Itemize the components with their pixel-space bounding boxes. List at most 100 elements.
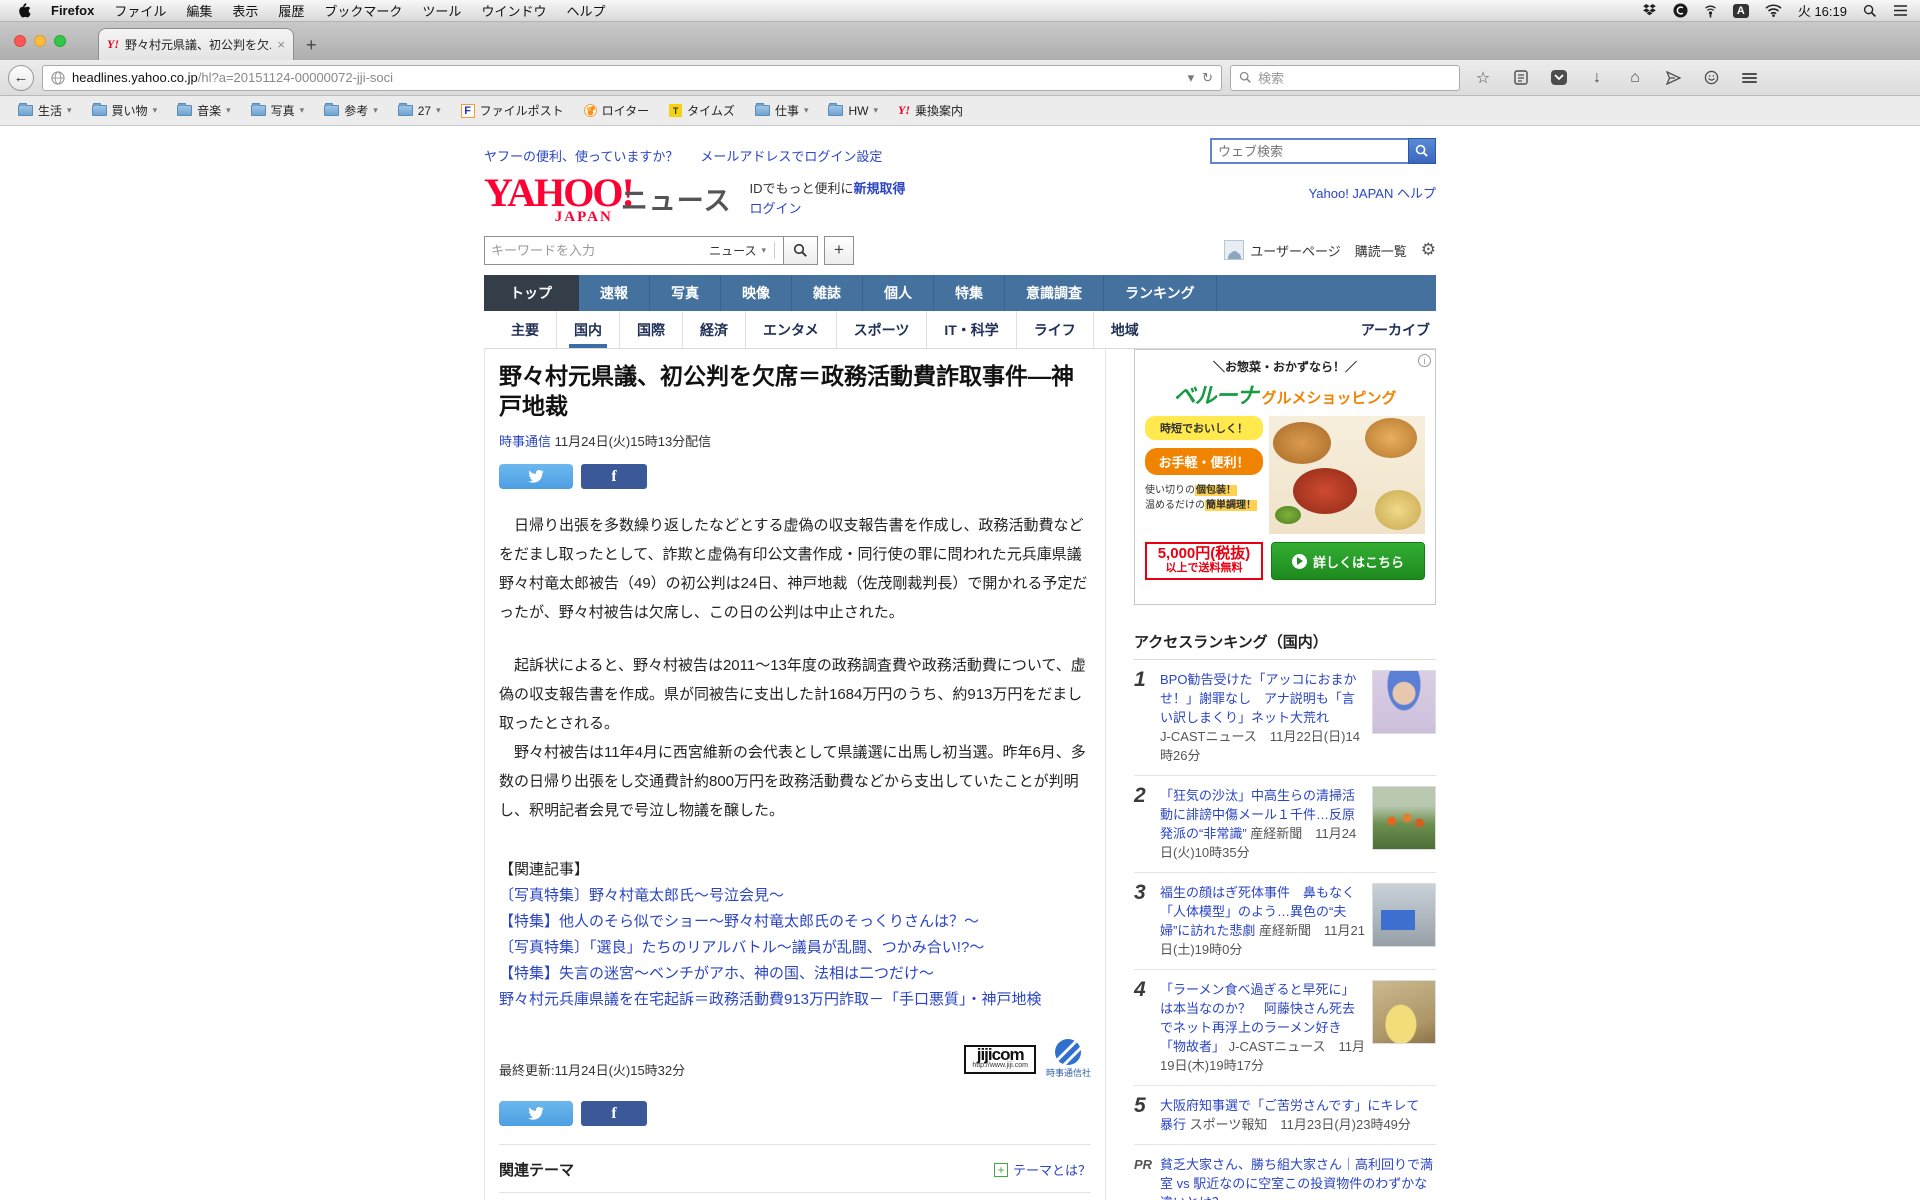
menu-item-firefox[interactable]: Firefox bbox=[41, 3, 104, 18]
keyword-input[interactable] bbox=[491, 243, 709, 258]
menu-item-help[interactable]: ヘルプ bbox=[556, 1, 615, 20]
browser-search-field[interactable]: 検索 bbox=[1230, 65, 1460, 91]
yahoo-news-logo[interactable]: YAHOO! JAPAN ニュース bbox=[484, 175, 731, 226]
notification-center-icon[interactable] bbox=[1893, 4, 1908, 17]
bookmark-folder-27[interactable]: 27▾ bbox=[390, 100, 449, 122]
gear-icon[interactable]: ⚙ bbox=[1421, 240, 1436, 260]
facebook-share-button[interactable]: f bbox=[581, 1101, 647, 1126]
wireless-device-icon[interactable] bbox=[1704, 4, 1717, 18]
subnav-economy[interactable]: 経済 bbox=[683, 311, 746, 348]
twitter-share-button[interactable] bbox=[499, 464, 573, 489]
browser-tab[interactable]: Y! 野々村元県議、初公判を欠... × bbox=[98, 28, 294, 60]
share-icon[interactable] bbox=[1658, 71, 1688, 85]
subnav-domestic[interactable]: 国内 bbox=[557, 311, 620, 348]
bookmark-times[interactable]: Tタイムズ bbox=[661, 100, 743, 122]
zoom-window-button[interactable] bbox=[54, 35, 66, 47]
menu-item-window[interactable]: ウインドウ bbox=[471, 1, 556, 20]
hello-icon[interactable] bbox=[1696, 70, 1726, 85]
bookmark-star-icon[interactable]: ☆ bbox=[1468, 68, 1498, 88]
tab-close-icon[interactable]: × bbox=[277, 37, 285, 52]
bookmark-folder-work[interactable]: 仕事▾ bbox=[747, 100, 817, 122]
menu-item-file[interactable]: ファイル bbox=[104, 1, 176, 20]
nav-tab-poll[interactable]: 意識調査 bbox=[1005, 275, 1104, 311]
menu-item-tools[interactable]: ツール bbox=[412, 1, 471, 20]
source-link[interactable]: 時事通信 bbox=[499, 434, 551, 449]
user-page-link[interactable]: ユーザーページ bbox=[1224, 240, 1340, 260]
close-window-button[interactable] bbox=[14, 35, 26, 47]
ad-banner[interactable]: i ＼お惣菜・おかずなら！／ ベルーナ グルメショッピング 時短でおいしく！ お… bbox=[1134, 349, 1436, 605]
news-search-button[interactable] bbox=[784, 236, 818, 265]
subnav-sports[interactable]: スポーツ bbox=[837, 311, 928, 348]
nav-tab-photo[interactable]: 写真 bbox=[650, 275, 721, 311]
back-button[interactable]: ← bbox=[8, 65, 34, 91]
signup-link[interactable]: 新規取得 bbox=[853, 181, 905, 196]
nav-tab-ranking[interactable]: ランキング bbox=[1104, 275, 1217, 311]
ad-info-icon[interactable]: i bbox=[1418, 354, 1431, 367]
subscriptions-link[interactable]: 購読一覧 bbox=[1355, 241, 1407, 260]
bookmark-reuters[interactable]: ロイター bbox=[576, 100, 658, 122]
dropbox-icon[interactable] bbox=[1642, 4, 1657, 18]
ranking-thumbnail[interactable] bbox=[1372, 670, 1436, 734]
jijicom-logo[interactable]: jijicom http://www.jiji.com bbox=[964, 1045, 1036, 1074]
minimize-window-button[interactable] bbox=[34, 35, 46, 47]
twitter-share-button[interactable] bbox=[499, 1101, 573, 1126]
home-icon[interactable]: ⌂ bbox=[1620, 69, 1650, 87]
help-link[interactable]: ヘルプ bbox=[1397, 186, 1436, 201]
subnav-main[interactable]: 主要 bbox=[484, 311, 557, 348]
bookmark-transit[interactable]: Y!乗換案内 bbox=[890, 100, 971, 122]
wifi-icon[interactable] bbox=[1765, 4, 1782, 17]
subnav-entertainment[interactable]: エンタメ bbox=[746, 311, 837, 348]
bookmarks-menu-icon[interactable] bbox=[1506, 70, 1536, 85]
facebook-share-button[interactable]: f bbox=[581, 464, 647, 489]
web-search-input[interactable] bbox=[1210, 138, 1408, 164]
input-source-icon[interactable]: A bbox=[1733, 4, 1749, 18]
archive-link[interactable]: アーカイブ bbox=[1361, 320, 1436, 340]
web-search-button[interactable] bbox=[1408, 138, 1436, 164]
menu-icon[interactable] bbox=[1734, 71, 1764, 85]
menu-item-view[interactable]: 表示 bbox=[222, 1, 268, 20]
menu-item-bookmarks[interactable]: ブックマーク bbox=[314, 1, 412, 20]
nav-tab-personal[interactable]: 個人 bbox=[863, 275, 934, 311]
related-link[interactable]: 〔写真特集〕野々村竜太郎氏～号泣会見～ bbox=[499, 883, 1091, 909]
yahoo-japan-link[interactable]: Yahoo! JAPAN bbox=[1309, 186, 1394, 201]
bookmark-folder-photo[interactable]: 写真▾ bbox=[243, 100, 313, 122]
bookmark-folder-hw[interactable]: HW▾ bbox=[820, 100, 886, 122]
urlbar-dropdown-icon[interactable]: ▾ bbox=[1188, 70, 1195, 86]
pocket-icon[interactable] bbox=[1544, 70, 1574, 85]
url-bar[interactable]: headlines.yahoo.co.jp/hl?a=20151124-0000… bbox=[42, 65, 1222, 91]
promo-link[interactable]: ヤフーの便利、使っていますか？ bbox=[484, 146, 678, 165]
related-link[interactable]: 【特集】他人のそら似でショー～野々村竜太郎氏のそっくりさんは？～ bbox=[499, 909, 1091, 935]
menu-clock[interactable]: 火 16:19 bbox=[1798, 1, 1847, 20]
ranking-thumbnail[interactable] bbox=[1372, 883, 1436, 947]
nav-tab-feature[interactable]: 特集 bbox=[934, 275, 1005, 311]
nav-tab-top[interactable]: トップ bbox=[484, 275, 579, 311]
subnav-life[interactable]: ライフ bbox=[1017, 311, 1094, 348]
login-link[interactable]: ログイン bbox=[749, 201, 801, 216]
mail-login-link[interactable]: メールアドレスでログイン設定 bbox=[700, 146, 882, 165]
related-link[interactable]: 〔写真特集〕「選良」たちのリアルバトル～議員が乱闘、つかみ合い!?～ bbox=[499, 935, 1091, 961]
related-link[interactable]: 【特集】失言の迷宮～ベンチがアホ、神の国、法相は二つだけ～ bbox=[499, 961, 1091, 987]
pr-link[interactable]: 貧乏大家さん、勝ち組大家さん｜高利回りで満室 vs 駅近なのに空室この投資物件の… bbox=[1160, 1157, 1433, 1200]
bookmark-folder-reference[interactable]: 参考▾ bbox=[316, 100, 386, 122]
menu-item-edit[interactable]: 編集 bbox=[176, 1, 222, 20]
theme-help-link[interactable]: + テーマとは？ bbox=[994, 1160, 1091, 1179]
ranking-thumbnail[interactable] bbox=[1372, 786, 1436, 850]
ranking-link[interactable]: BPO勧告受けた「アッコにおまかせ！」謝罪なし アナ説明も「言い訳しまくり」ネッ… bbox=[1160, 672, 1356, 725]
add-search-button[interactable]: + bbox=[824, 236, 854, 265]
search-scope-dropdown[interactable]: ニュース▾ bbox=[709, 242, 775, 259]
related-link[interactable]: 野々村元兵庫県議を在宅起訴＝政務活動費913万円詐取－「手口悪質」・神戸地検 bbox=[499, 987, 1091, 1013]
new-tab-button[interactable]: + bbox=[294, 33, 329, 58]
apple-icon[interactable] bbox=[18, 3, 31, 18]
subnav-region[interactable]: 地域 bbox=[1094, 311, 1156, 348]
nav-tab-video[interactable]: 映像 bbox=[721, 275, 792, 311]
menu-item-history[interactable]: 履歴 bbox=[268, 1, 314, 20]
jiji-press-logo[interactable]: 時事通信社 bbox=[1046, 1039, 1091, 1079]
bookmark-folder-life[interactable]: 生活▾ bbox=[10, 100, 80, 122]
subnav-world[interactable]: 国際 bbox=[620, 311, 683, 348]
downloads-icon[interactable]: ↓ bbox=[1582, 69, 1612, 87]
subnav-it-science[interactable]: IT・科学 bbox=[927, 311, 1016, 348]
bookmark-filepost[interactable]: Fファイルポスト bbox=[453, 100, 572, 122]
ranking-thumbnail[interactable] bbox=[1372, 980, 1436, 1044]
reload-icon[interactable]: ↻ bbox=[1202, 70, 1213, 86]
nav-tab-magazine[interactable]: 雑誌 bbox=[792, 275, 863, 311]
